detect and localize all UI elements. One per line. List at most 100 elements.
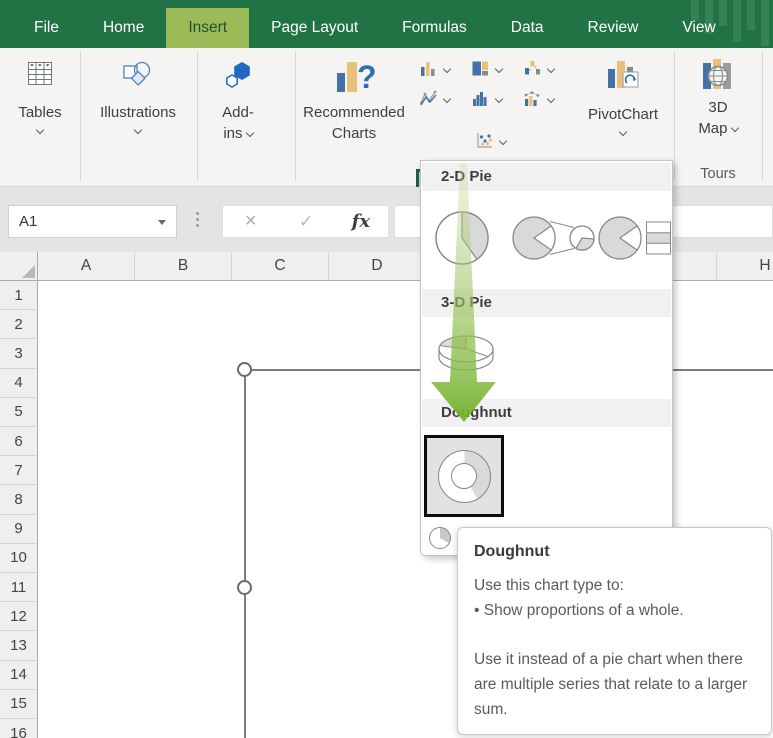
row-header-11[interactable]: 11 [0, 573, 38, 603]
row-header-3[interactable]: 3 [0, 339, 38, 369]
enter-icon[interactable]: ✓ [278, 212, 333, 232]
column-header-C[interactable]: C [232, 252, 329, 281]
doughnut-tooltip: Doughnut Use this chart type to: • Show … [457, 527, 772, 735]
doughnut-option-selected[interactable] [424, 435, 504, 517]
svg-text:?: ? [357, 59, 375, 95]
pivotchart-label: PivotChart [587, 106, 659, 123]
insert-column-chart-button[interactable] [420, 60, 452, 77]
doughnut-icon [437, 449, 491, 503]
illustrations-label: Illustrations [100, 104, 176, 121]
select-all-button[interactable] [0, 252, 38, 281]
insert-combo-chart-button[interactable] [524, 90, 556, 107]
add-ins-button[interactable]: Add- ins [205, 58, 271, 144]
row-headers: 1 2 3 4 5 6 7 8 9 10 11 12 13 14 15 16 [0, 252, 38, 738]
pivotchart-icon [605, 61, 641, 96]
insert-hierarchy-chart-button[interactable] [524, 60, 556, 77]
pie-option-icon[interactable] [434, 210, 490, 266]
tab-home[interactable]: Home [81, 8, 166, 48]
row-header-13[interactable]: 13 [0, 631, 38, 661]
column-header-H[interactable]: H [717, 252, 773, 281]
name-box[interactable]: A1 [8, 205, 177, 238]
chevron-down-icon [546, 94, 556, 103]
3d-map-button[interactable]: 3D Map [682, 56, 754, 139]
chart-corner-handle[interactable] [237, 362, 252, 377]
row-header-4[interactable]: 4 [0, 368, 38, 398]
section-header-2d-pie: 2-D Pie [422, 163, 671, 191]
column-header-D[interactable]: D [329, 252, 426, 281]
group-separator [197, 52, 198, 180]
insert-scatter-chart-button[interactable] [476, 132, 508, 149]
row-header-15[interactable]: 15 [0, 689, 38, 719]
3d-map-label-line1: 3D [708, 99, 728, 116]
row-3d-pie [422, 317, 671, 399]
namebox-dropdown-arrow-icon[interactable] [158, 220, 166, 225]
group-separator [80, 52, 81, 180]
3d-pie-option-icon[interactable] [436, 325, 496, 377]
chevron-down-icon [133, 125, 143, 135]
row-header-8[interactable]: 8 [0, 485, 38, 515]
recommended-charts-label-line2: Charts [331, 125, 377, 142]
chart-side-handle[interactable] [237, 580, 252, 595]
row-header-10[interactable]: 10 [0, 543, 38, 573]
chevron-down-icon [498, 136, 508, 145]
tab-view[interactable]: View [660, 8, 737, 48]
chevron-down-icon [494, 94, 504, 103]
hierarchy-chart-icon [525, 61, 540, 75]
insert-function-icon[interactable]: fx [334, 211, 388, 232]
tables-button[interactable]: Tables [6, 58, 74, 135]
insert-treemap-chart-button[interactable] [472, 60, 504, 77]
illustrations-button[interactable]: Illustrations [86, 58, 190, 135]
tab-review[interactable]: Review [566, 8, 661, 48]
column-chart-icon [421, 62, 435, 76]
pivotchart-button[interactable]: PivotChart [578, 58, 668, 137]
tooltip-title: Doughnut [474, 543, 550, 560]
group-separator [674, 52, 675, 180]
section-header-doughnut: Doughnut [422, 399, 671, 427]
row-header-5[interactable]: 5 [0, 397, 38, 427]
row-header-14[interactable]: 14 [0, 660, 38, 690]
tab-file[interactable]: File [12, 8, 81, 48]
recommended-charts-button[interactable]: ? Recommended Charts [295, 56, 413, 144]
bar-of-pie-option-icon[interactable] [598, 213, 678, 263]
tab-page-layout[interactable]: Page Layout [249, 8, 380, 48]
tours-group-label: Tours [700, 166, 736, 182]
pie-of-pie-option-icon[interactable] [512, 213, 600, 263]
row-header-6[interactable]: 6 [0, 427, 38, 457]
row-header-12[interactable]: 12 [0, 602, 38, 632]
chevron-down-icon [35, 125, 45, 135]
section-header-3d-pie: 3-D Pie [422, 289, 671, 317]
column-header-B[interactable]: B [135, 252, 232, 281]
select-all-triangle-icon [22, 265, 35, 278]
row-header-9[interactable]: 9 [0, 514, 38, 544]
column-header-A[interactable]: A [38, 252, 135, 281]
treemap-icon [472, 61, 488, 76]
tab-data[interactable]: Data [489, 8, 566, 48]
excel-window: { "tabs": { "items": ["File", "Home", "I… [0, 0, 773, 738]
row-header-16[interactable]: 16 [0, 719, 38, 738]
cancel-icon[interactable]: × [223, 210, 278, 233]
row-header-2[interactable]: 2 [0, 310, 38, 340]
recommended-charts-label-line1: Recommended [303, 104, 405, 121]
tooltip-intro: Use this chart type to: [474, 577, 624, 594]
more-pie-charts-icon[interactable] [429, 527, 451, 549]
chart-placeholder-left-edge [244, 370, 246, 738]
histogram-icon [473, 92, 487, 106]
addins-label-line2: ins [205, 123, 271, 144]
chevron-down-icon [442, 64, 452, 73]
row-header-1[interactable]: 1 [0, 281, 38, 311]
insert-line-chart-button[interactable] [420, 90, 452, 107]
tab-formulas[interactable]: Formulas [380, 8, 489, 48]
chevron-down-icon [494, 64, 504, 73]
ribbon-tab-bar: File Home Insert Page Layout Formulas Data Rev… [12, 0, 738, 48]
chevron-down-icon [245, 128, 254, 138]
tab-insert[interactable]: Insert [166, 8, 250, 48]
formula-bar-grip-icon[interactable] [196, 212, 199, 227]
map3d-icon [700, 59, 736, 96]
row-header-7[interactable]: 7 [0, 456, 38, 486]
recommended-charts-icon: ? [333, 59, 377, 100]
combo-chart-icon [524, 91, 540, 106]
3d-map-label-line2: Map [682, 118, 754, 139]
insert-statistic-chart-button[interactable] [472, 90, 504, 107]
ribbon-tab-bar-container: File Home Insert Page Layout Formulas Data Rev… [0, 0, 773, 48]
row-2d-pie [422, 191, 671, 289]
